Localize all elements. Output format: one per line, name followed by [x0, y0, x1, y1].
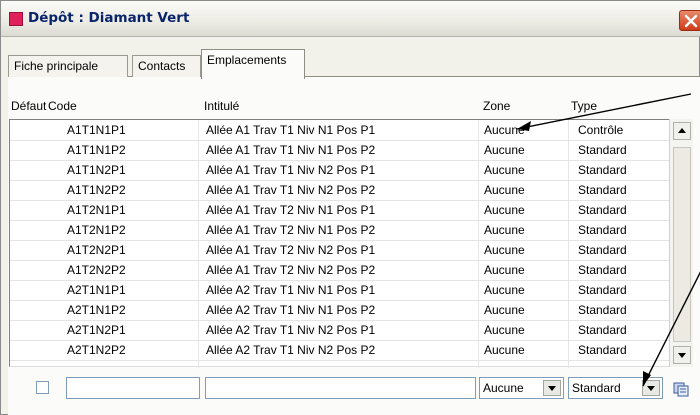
scroll-up-button[interactable]: [673, 122, 691, 140]
row-zone: Aucune: [484, 263, 525, 277]
table-row[interactable]: A2T1N1P1 Allée A2 Trav T1 Niv N1 Pos P1 Au…: [10, 281, 670, 301]
copy-icon: [673, 382, 689, 397]
row-type: Standard: [578, 323, 627, 337]
type-dropdown-button[interactable]: [642, 380, 660, 396]
tab-fiche-principale[interactable]: Fiche principale: [8, 55, 128, 77]
zone-select[interactable]: Aucune: [479, 377, 564, 399]
row-type: Standard: [578, 243, 627, 257]
zone-dropdown-button[interactable]: [543, 380, 561, 396]
row-zone: Aucune: [484, 343, 525, 357]
table-row[interactable]: A1T1N2P1 Allée A1 Trav T1 Niv N2 Pos P1 Au…: [10, 161, 670, 181]
row-zone: Aucune: [484, 323, 525, 337]
row-code: A1T2N1P2: [67, 223, 126, 237]
row-code: A2T1N1P1: [67, 283, 126, 297]
row-zone: Aucune: [484, 203, 525, 217]
row-code: A1T2N2P2: [67, 263, 126, 277]
table-row[interactable]: A2T1N2P2 Allée A2 Trav T1 Niv N2 Pos P2 Au…: [10, 341, 670, 361]
row-code: A1T1N2P1: [67, 163, 126, 177]
row-type: Standard: [578, 163, 627, 177]
default-checkbox[interactable]: [36, 381, 49, 394]
row-label: Allée A1 Trav T2 Niv N1 Pos P2: [206, 223, 376, 237]
scroll-down-button[interactable]: [673, 346, 691, 364]
row-separator: [10, 360, 670, 361]
table-row[interactable]: A1T2N2P1 Allée A1 Trav T2 Niv N2 Pos P1 Au…: [10, 241, 670, 261]
row-type: Standard: [578, 183, 627, 197]
row-type: Standard: [578, 303, 627, 317]
title-bar: Dépôt : Diamant Vert: [1, 1, 700, 37]
close-button[interactable]: [679, 10, 700, 31]
table-row[interactable]: A1T1N1P2 Allée A1 Trav T1 Niv N1 Pos P2 Au…: [10, 141, 670, 161]
column-header-default[interactable]: Défaut: [11, 99, 46, 113]
copy-button[interactable]: [669, 377, 693, 399]
type-select[interactable]: Standard: [568, 377, 663, 399]
column-header-code[interactable]: Code: [48, 99, 77, 113]
scroll-down-arrow-icon: [678, 353, 686, 358]
column-header-zone[interactable]: Zone: [483, 99, 510, 113]
column-header-label[interactable]: Intitulé: [204, 99, 239, 113]
table-row[interactable]: A2T1N2P1 Allée A2 Trav T1 Niv N2 Pos P1 Au…: [10, 321, 670, 341]
row-label: Allée A2 Trav T1 Niv N2 Pos P1: [206, 323, 376, 337]
row-code: A2T1N2P1: [67, 323, 126, 337]
row-zone: Aucune: [484, 223, 525, 237]
zone-select-value: Aucune: [483, 381, 524, 395]
row-label: Allée A1 Trav T1 Niv N1 Pos P1: [206, 123, 376, 137]
scroll-thumb[interactable]: [673, 147, 691, 342]
row-code: A1T2N2P1: [67, 243, 126, 257]
table-row[interactable]: A1T1N2P2 Allée A1 Trav T1 Niv N2 Pos P2 Au…: [10, 181, 670, 201]
row-code: A1T2N1P1: [67, 203, 126, 217]
row-label: Allée A2 Trav T1 Niv N1 Pos P1: [206, 283, 376, 297]
row-zone: Aucune: [484, 243, 525, 257]
code-input[interactable]: [66, 377, 200, 399]
table-row[interactable]: A2T1N1P2 Allée A2 Trav T1 Niv N1 Pos P2 Au…: [10, 301, 670, 321]
column-header-type[interactable]: Type: [571, 99, 597, 113]
row-zone: Aucune: [484, 303, 525, 317]
row-type: Contrôle: [578, 123, 624, 137]
grid-scrollbar[interactable]: [669, 119, 693, 367]
tab-emplacements[interactable]: Emplacements: [201, 49, 305, 79]
row-code: A1T1N1P1: [67, 123, 126, 137]
row-label: Allée A1 Trav T2 Niv N1 Pos P1: [206, 203, 376, 217]
row-label: Allée A1 Trav T1 Niv N2 Pos P1: [206, 163, 376, 177]
table-row[interactable]: A1T2N1P2 Allée A1 Trav T2 Niv N1 Pos P2 Au…: [10, 221, 670, 241]
table-row[interactable]: A1T2N1P1 Allée A1 Trav T2 Niv N1 Pos P1 Au…: [10, 201, 670, 221]
label-input[interactable]: [205, 377, 476, 399]
row-label: Allée A2 Trav T1 Niv N1 Pos P2: [206, 303, 376, 317]
row-label: Allée A1 Trav T1 Niv N1 Pos P2: [206, 143, 376, 157]
window-title: Dépôt : Diamant Vert: [28, 10, 190, 26]
row-zone: Aucune: [484, 283, 525, 297]
row-type: Standard: [578, 263, 627, 277]
row-code: A2T1N2P2: [67, 343, 126, 357]
row-zone: Aucune: [484, 123, 525, 137]
row-zone: Aucune: [484, 183, 525, 197]
row-type: Standard: [578, 283, 627, 297]
close-icon: [684, 14, 698, 28]
row-code: A1T1N1P2: [67, 143, 126, 157]
locations-grid: A1T1N1P1 Allée A1 Trav T1 Niv N1 Pos P1 Au…: [9, 119, 670, 368]
scroll-up-arrow-icon: [678, 128, 686, 133]
table-row[interactable]: A1T1N1P1 Allée A1 Trav T1 Niv N1 Pos P1 Au…: [10, 121, 670, 141]
depot-window: Dépôt : Diamant Vert Fiche principale Co…: [0, 0, 700, 415]
row-label: Allée A2 Trav T1 Niv N2 Pos P2: [206, 343, 376, 357]
row-code: A2T1N1P2: [67, 303, 126, 317]
row-zone: Aucune: [484, 143, 525, 157]
row-code: A1T1N2P2: [67, 183, 126, 197]
row-type: Standard: [578, 343, 627, 357]
type-select-value: Standard: [572, 381, 621, 395]
chevron-down-icon: [548, 386, 556, 391]
row-type: Standard: [578, 203, 627, 217]
app-icon: [9, 12, 23, 26]
row-label: Allée A1 Trav T1 Niv N2 Pos P2: [206, 183, 376, 197]
row-label: Allée A1 Trav T2 Niv N2 Pos P1: [206, 243, 376, 257]
tab-contacts[interactable]: Contacts: [132, 55, 201, 77]
row-zone: Aucune: [484, 163, 525, 177]
row-type: Standard: [578, 143, 627, 157]
row-label: Allée A1 Trav T2 Niv N2 Pos P2: [206, 263, 376, 277]
row-type: Standard: [578, 223, 627, 237]
table-row[interactable]: A1T2N2P2 Allée A1 Trav T2 Niv N2 Pos P2 Au…: [10, 261, 670, 281]
chevron-down-icon: [647, 386, 655, 391]
